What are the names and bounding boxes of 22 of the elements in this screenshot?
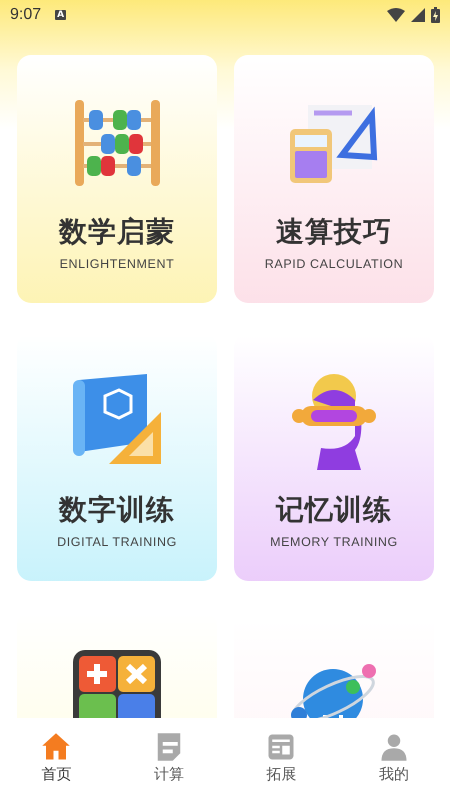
category-card[interactable]: 速算技巧 RAPID CALCULATION xyxy=(234,55,434,303)
card-title: 记忆训练 xyxy=(276,492,392,528)
card-title: 数字训练 xyxy=(59,492,175,528)
card-subtitle: ENLIGHTENMENT xyxy=(60,257,174,271)
nav-tab[interactable]: 首页 xyxy=(0,718,112,800)
status-time: 9:07 xyxy=(10,6,42,24)
card-title: 速算技巧 xyxy=(276,214,392,250)
newspaper-icon xyxy=(266,732,296,762)
card-subtitle: RAPID CALCULATION xyxy=(264,257,404,271)
notification-icon: A xyxy=(55,10,66,20)
nav-tab[interactable]: 计算 xyxy=(112,718,225,800)
home-icon xyxy=(41,732,72,762)
person-icon xyxy=(378,732,409,762)
nav-tab[interactable]: 我的 xyxy=(338,718,450,800)
card-subtitle: DIGITAL TRAINING xyxy=(57,535,177,549)
card-subtitle: MEMORY TRAINING xyxy=(270,535,398,549)
wifi-icon xyxy=(387,8,405,22)
card-title: 数学启蒙 xyxy=(59,214,175,250)
battery-icon xyxy=(431,7,440,23)
nav-tab[interactable]: 拓展 xyxy=(225,718,338,800)
category-card[interactable]: 数学启蒙 ENLIGHTENMENT xyxy=(17,55,217,303)
signal-icon xyxy=(411,8,425,22)
